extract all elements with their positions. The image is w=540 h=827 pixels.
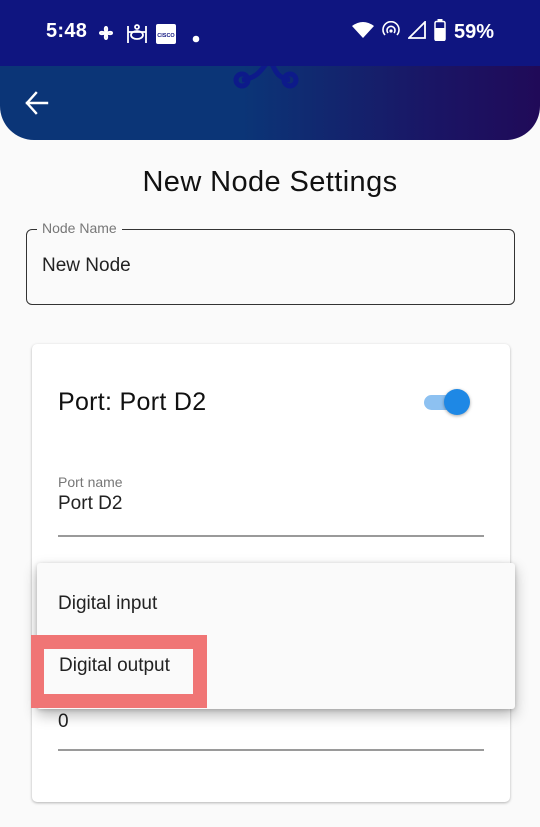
battery-percent: 59%: [453, 21, 494, 43]
port-card-title: Port: Port D2: [58, 388, 207, 416]
port-name-input[interactable]: Port D2: [58, 493, 484, 515]
wifi-icon: [351, 21, 374, 44]
port-name-field[interactable]: Port name Port D2: [58, 474, 484, 537]
notification-dot-icon: [192, 30, 200, 48]
toggle-thumb: [444, 389, 470, 415]
node-name-label: Node Name: [37, 220, 122, 236]
node-name-input[interactable]: New Node: [42, 255, 131, 277]
temple-icon: [126, 22, 148, 49]
port-name-underline: [58, 535, 484, 537]
back-button[interactable]: [22, 88, 52, 118]
pinwheel-icon: [95, 22, 117, 49]
status-bar: 5:48 CISCO 59%: [0, 0, 540, 66]
port-value-field[interactable]: 0: [58, 708, 484, 751]
port-enabled-toggle[interactable]: [422, 388, 472, 416]
page-title: New Node Settings: [142, 166, 398, 198]
menu-item-digital-output-label[interactable]: Digital output: [59, 655, 170, 677]
battery-icon: [434, 19, 446, 46]
node-name-field[interactable]: Node Name New Node: [26, 220, 515, 305]
cell-signal-icon: [406, 19, 426, 44]
svg-text:CISCO: CISCO: [157, 33, 175, 39]
port-value-underline: [58, 749, 484, 751]
status-time: 5:48: [46, 20, 88, 42]
menu-item-digital-input[interactable]: Digital input: [37, 573, 515, 635]
app-bar: [0, 66, 540, 140]
port-name-label: Port name: [58, 474, 123, 490]
hotspot-icon: [382, 20, 400, 44]
cisco-icon: CISCO: [156, 24, 176, 49]
arrow-back-icon[interactable]: [22, 88, 52, 118]
port-value-input[interactable]: 0: [58, 711, 484, 733]
node-logo-icon: [233, 66, 299, 89]
